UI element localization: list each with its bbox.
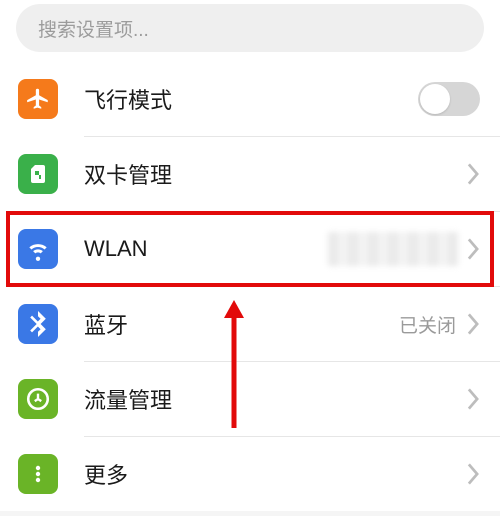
search-input[interactable]: 搜索设置项... bbox=[16, 4, 484, 52]
row-airplane-mode[interactable]: 飞行模式 bbox=[0, 62, 500, 136]
airplane-toggle[interactable] bbox=[418, 82, 480, 116]
section-gap bbox=[0, 511, 500, 516]
row-data-usage[interactable]: 流量管理 bbox=[0, 362, 500, 436]
wifi-icon bbox=[18, 229, 58, 269]
row-label: 飞行模式 bbox=[84, 83, 418, 115]
row-label: WLAN bbox=[84, 236, 328, 262]
row-label: 更多 bbox=[84, 458, 466, 490]
data-usage-icon bbox=[18, 379, 58, 419]
wlan-network-name-blurred bbox=[328, 232, 458, 266]
chevron-right-icon bbox=[466, 238, 480, 260]
search-placeholder: 搜索设置项... bbox=[38, 15, 149, 42]
chevron-right-icon bbox=[466, 163, 480, 185]
more-icon bbox=[18, 454, 58, 494]
settings-list: 飞行模式 双卡管理 WLAN 蓝牙 已关闭 bbox=[0, 62, 500, 516]
row-value: 已关闭 bbox=[399, 311, 456, 338]
chevron-right-icon bbox=[466, 313, 480, 335]
row-bluetooth[interactable]: 蓝牙 已关闭 bbox=[0, 287, 500, 361]
row-dual-sim[interactable]: 双卡管理 bbox=[0, 137, 500, 211]
row-label: 蓝牙 bbox=[84, 308, 399, 340]
airplane-icon bbox=[18, 79, 58, 119]
chevron-right-icon bbox=[466, 463, 480, 485]
row-label: 双卡管理 bbox=[84, 158, 466, 190]
row-wlan[interactable]: WLAN bbox=[0, 212, 500, 286]
row-label: 流量管理 bbox=[84, 383, 466, 415]
sim-card-icon bbox=[18, 154, 58, 194]
toggle-knob bbox=[420, 84, 450, 114]
chevron-right-icon bbox=[466, 388, 480, 410]
bluetooth-icon bbox=[18, 304, 58, 344]
row-more[interactable]: 更多 bbox=[0, 437, 500, 511]
